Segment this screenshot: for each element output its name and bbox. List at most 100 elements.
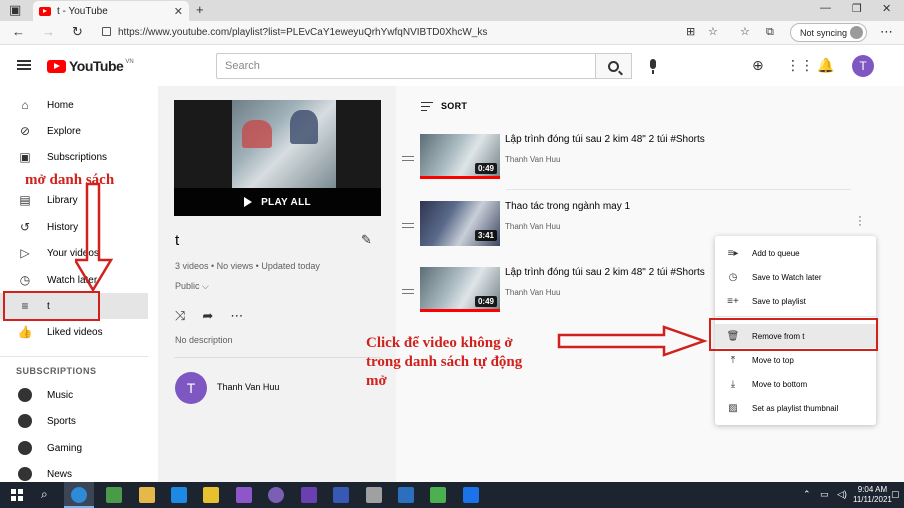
search-button[interactable] — [596, 53, 632, 79]
app-icon[interactable] — [203, 487, 219, 503]
video-channel[interactable]: Thanh Van Huu — [505, 222, 560, 231]
reader-icon[interactable]: ⊞ — [686, 24, 695, 40]
menu-item-set-thumbnail[interactable]: ▨ Set as playlist thumbnail — [715, 396, 876, 420]
app-icon[interactable] — [430, 487, 446, 503]
menu-item-move-to-top[interactable]: ⤒ Move to top — [715, 348, 876, 372]
video-title[interactable]: Thao tác trong ngành may 1 — [505, 201, 735, 212]
drag-handle-icon[interactable] — [402, 289, 414, 294]
shuffle-icon[interactable]: ⤨ — [175, 308, 185, 324]
sidebar-item-label: Library — [47, 194, 78, 206]
sidebar-item-history[interactable]: ↺ History — [0, 214, 148, 240]
sidebar-item-watch-later[interactable]: ◷ Watch later — [0, 267, 148, 293]
refresh-icon[interactable]: ↻ — [72, 24, 83, 40]
sidebar-item-library[interactable]: ▤ Library — [0, 187, 148, 213]
network-icon[interactable]: ▭ — [820, 489, 829, 500]
profile-sync-button[interactable]: Not syncing — [790, 23, 867, 42]
video-channel[interactable]: Thanh Van Huu — [505, 288, 560, 297]
more-actions-icon[interactable]: ⋯ — [230, 308, 243, 324]
video-title[interactable]: Lập trình đóng túi sau 2 kim 48" 2 túi #… — [505, 267, 735, 278]
menu-icon[interactable] — [17, 60, 31, 70]
sort-button[interactable]: SORT — [421, 101, 467, 111]
menu-item-save-watch-later[interactable]: ◷ Save to Watch later — [715, 265, 876, 289]
annotation-highlight-remove — [709, 318, 878, 351]
video-row[interactable]: 0:49 Lập trình đóng túi sau 2 kim 48" 2 … — [396, 134, 866, 184]
video-thumbnail[interactable]: 3:41 — [420, 201, 500, 246]
sidebar-item-sports[interactable]: Sports — [0, 408, 148, 434]
menu-item-label: Save to playlist — [752, 296, 806, 306]
forward-icon[interactable]: → — [42, 24, 55, 40]
play-all-label: PLAY ALL — [261, 196, 311, 208]
search-icon[interactable]: ⌕ — [41, 487, 48, 502]
sidebar-item-subscriptions[interactable]: ▣ Subscriptions — [0, 144, 148, 170]
edit-pencil-icon[interactable]: ✎ — [361, 232, 372, 248]
sidebar-item-label: Home — [47, 99, 74, 111]
play-all-button[interactable]: PLAY ALL — [174, 188, 381, 216]
tab-actions-icon[interactable]: ▣ — [9, 1, 21, 19]
sidebar-item-music[interactable]: Music — [0, 382, 148, 408]
microphone-icon[interactable] — [650, 59, 656, 74]
app-icon[interactable] — [236, 487, 252, 503]
thumbnail-image — [232, 100, 336, 188]
minimize-button[interactable]: — — [820, 2, 831, 14]
video-thumbnail[interactable]: 0:49 — [420, 134, 500, 179]
menu-item-move-to-bottom[interactable]: ⤓ Move to bottom — [715, 372, 876, 396]
volume-icon[interactable]: ◁) — [837, 489, 847, 500]
menu-item-add-to-queue[interactable]: ≡▸ Add to queue — [715, 241, 876, 265]
maximize-button[interactable]: ❐ — [852, 2, 862, 15]
menu-item-label: Move to bottom — [752, 379, 808, 389]
browser-tab-bar: ▣ t - YouTube ✕ + — ❐ ✕ — [0, 0, 904, 21]
app-icon[interactable] — [366, 487, 382, 503]
annotation-line: mở — [366, 373, 387, 389]
sort-icon — [421, 101, 433, 111]
windows-start-icon[interactable] — [11, 489, 23, 501]
new-tab-button[interactable]: + — [196, 1, 204, 19]
owner-name[interactable]: Thanh Van Huu — [217, 382, 279, 392]
create-video-icon[interactable]: ⊕ — [752, 57, 764, 73]
drag-handle-icon[interactable] — [402, 156, 414, 161]
video-more-options-icon[interactable]: · · · — [858, 212, 862, 231]
zalo-icon[interactable] — [463, 487, 479, 503]
visual-studio-icon[interactable] — [301, 487, 317, 503]
sidebar-item-label: Music — [47, 389, 74, 401]
taskbar-clock[interactable]: 9:04 AM 11/11/2021 — [853, 485, 892, 505]
browser-tab[interactable]: t - YouTube ✕ — [33, 1, 189, 21]
youtube-logo[interactable]: YouTube VN — [47, 58, 134, 74]
video-channel[interactable]: Thanh Van Huu — [505, 155, 560, 164]
menu-item-save-to-playlist[interactable]: ≡+ Save to playlist — [715, 289, 876, 313]
account-avatar[interactable]: T — [852, 55, 874, 77]
share-icon[interactable]: ➦ — [202, 308, 213, 324]
close-window-button[interactable]: ✕ — [882, 2, 891, 15]
file-explorer-icon[interactable] — [139, 487, 155, 503]
app-icon[interactable] — [268, 487, 284, 503]
sidebar-item-explore[interactable]: ⊘ Explore — [0, 118, 148, 144]
back-icon[interactable]: ← — [12, 24, 25, 40]
privacy-dropdown[interactable]: Public ⌵ — [175, 281, 209, 292]
more-options-icon[interactable]: ⋯ — [880, 24, 893, 40]
app-icon[interactable] — [171, 487, 187, 503]
sidebar-item-your-videos[interactable]: ▷ Your videos — [0, 240, 148, 266]
app-icon[interactable] — [333, 487, 349, 503]
sidebar-item-gaming[interactable]: Gaming — [0, 435, 148, 461]
drag-handle-icon[interactable] — [402, 223, 414, 228]
favorites-icon[interactable]: ☆ — [740, 24, 750, 40]
video-thumbnail[interactable]: 0:49 — [420, 267, 500, 312]
notification-center-icon[interactable]: ▢ — [891, 489, 900, 500]
sidebar-item-liked-videos[interactable]: 👍 Liked videos — [0, 319, 148, 345]
owner-avatar[interactable]: T — [175, 372, 207, 404]
video-title[interactable]: Lập trình đóng túi sau 2 kim 48" 2 túi #… — [505, 134, 735, 145]
apps-grid-icon[interactable]: ⋮⋮ — [786, 57, 814, 73]
notifications-bell-icon[interactable]: 🔔 — [817, 57, 834, 73]
tab-close-icon[interactable]: ✕ — [174, 5, 183, 18]
clock-date: 11/11/2021 — [853, 495, 892, 504]
search-input[interactable]: Search — [216, 53, 596, 79]
app-icon[interactable] — [106, 487, 122, 503]
collections-icon[interactable]: ⧉ — [766, 24, 774, 40]
image-icon: ▨ — [728, 402, 738, 414]
url-field[interactable]: https://www.youtube.com/playlist?list=PL… — [98, 23, 728, 42]
playlist-thumbnail[interactable]: PLAY ALL — [174, 100, 381, 216]
favorite-star-icon[interactable]: ☆ — [708, 24, 718, 40]
edge-browser-icon[interactable] — [71, 487, 87, 503]
sidebar-item-home[interactable]: ⌂ Home — [0, 92, 148, 118]
app-icon[interactable] — [398, 487, 414, 503]
tray-chevron-icon[interactable]: ⌃ — [803, 489, 811, 500]
